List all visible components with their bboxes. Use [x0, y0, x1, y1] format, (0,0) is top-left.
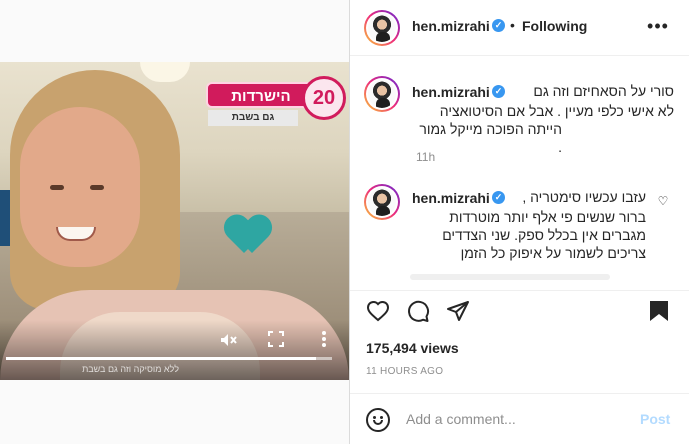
more-vertical-icon[interactable]: [314, 330, 334, 350]
show-logo-number: 20: [302, 76, 346, 120]
fullscreen-icon[interactable]: [266, 330, 286, 350]
comment-text-line1: עזבו עכשיו סימטריה ,: [522, 189, 646, 205]
share-send-icon[interactable]: [446, 299, 470, 323]
separator-dot: •: [510, 17, 515, 33]
show-logo: הישרדות 20 גם בשבת: [206, 76, 346, 134]
video-progress-fill: [6, 357, 316, 360]
comment-text-line3: מגברים אין בכלל ספק. שני הצדדים: [442, 227, 646, 243]
add-comment-bar: Post: [350, 393, 689, 444]
show-logo-subtitle: גם בשבת: [208, 110, 298, 126]
more-options-icon[interactable]: •••: [646, 14, 670, 38]
comment-like-icon[interactable]: ♡: [656, 194, 670, 208]
comment-input[interactable]: [406, 407, 626, 431]
comment-username[interactable]: hen.mizrahi: [412, 190, 490, 206]
caption-text-line2: לא אישי כלפי מעיין . אבל אם הסיטואציה: [439, 103, 674, 119]
caption-timestamp[interactable]: 11h: [416, 150, 435, 164]
header-avatar[interactable]: [364, 10, 400, 46]
header-username[interactable]: hen.mizrahi: [412, 18, 490, 34]
post-header: hen.mizrahi ✓ • Following •••: [350, 0, 689, 56]
comment-text-line2: ברור שנשים פי אלף יותר מוטרדות: [449, 209, 646, 225]
post-button[interactable]: Post: [640, 411, 670, 427]
media-pane: הישרדות 20 גם בשבת ללא מוסיקה וזה גם בשב…: [0, 0, 349, 444]
comment-avatar[interactable]: [364, 184, 400, 220]
avatar-image: [368, 188, 396, 216]
person-eye-right: [90, 185, 104, 190]
wall-heart-decoration: [226, 217, 270, 253]
action-bar: [350, 290, 689, 330]
person-face: [20, 107, 140, 267]
save-bookmark-icon[interactable]: [648, 299, 672, 323]
caption-username[interactable]: hen.mizrahi: [412, 84, 490, 100]
comment-text-line4: צריכים לשמור על איפוק כל הזמן: [460, 245, 646, 261]
person-eye-left: [50, 185, 64, 190]
person-smile: [56, 227, 96, 241]
verified-badge-icon: ✓: [492, 191, 505, 204]
avatar-image: [368, 80, 396, 108]
video-player[interactable]: הישרדות 20 גם בשבת ללא מוסיקה וזה גם בשב…: [0, 62, 349, 380]
video-caption: ללא מוסיקה וזה גם בשבת: [82, 364, 179, 374]
verified-badge-icon: ✓: [492, 19, 505, 32]
video-controls: ללא מוסיקה וזה גם בשבת: [0, 320, 349, 380]
emoji-icon[interactable]: [366, 408, 390, 432]
caption-avatar[interactable]: [364, 76, 400, 112]
comment-bubble-icon[interactable]: [406, 299, 430, 323]
like-heart-icon[interactable]: [366, 299, 390, 323]
caption-text-line1: סורי על הסאחיזם וזה גם: [533, 83, 674, 99]
post-details-pane: hen.mizrahi ✓ • Following ••• hen.mizrah…: [349, 0, 689, 444]
comment-meta-faded: [410, 274, 610, 280]
post-timestamp[interactable]: 11 HOURS AGO: [366, 366, 443, 377]
mute-icon[interactable]: [218, 330, 238, 350]
avatar-image: [368, 14, 396, 42]
video-progress-bar[interactable]: [6, 357, 332, 360]
show-logo-title: הישרדות: [206, 82, 316, 108]
verified-badge-icon: ✓: [492, 85, 505, 98]
views-count[interactable]: 175,494 views: [366, 340, 459, 356]
following-button[interactable]: Following: [522, 18, 587, 34]
